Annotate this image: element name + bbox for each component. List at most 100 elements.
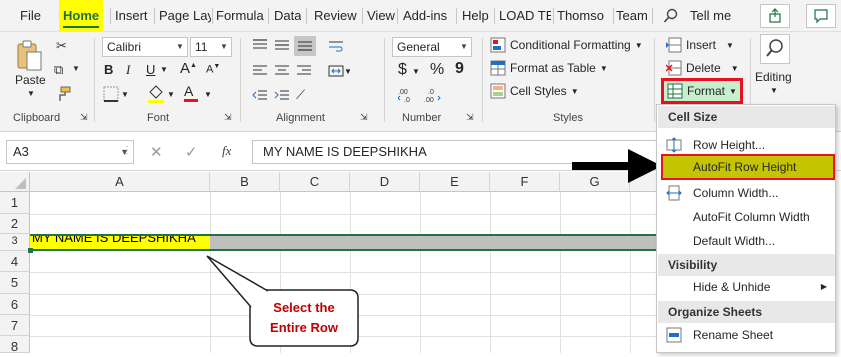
borders-chevron-icon[interactable]: ▼: [121, 90, 129, 99]
column-header-c[interactable]: C: [280, 172, 350, 192]
tab-load-te[interactable]: LOAD TE: [499, 0, 551, 32]
name-box[interactable]: A3 ▼: [6, 140, 134, 164]
tell-me-box[interactable]: Tell me: [690, 0, 731, 32]
format-as-table-button[interactable]: Format as Table ▼: [490, 60, 608, 76]
format-cells-button[interactable]: Format ▼: [661, 78, 743, 104]
default-width-item[interactable]: Default Width...: [658, 229, 835, 253]
paste-label[interactable]: Paste: [15, 73, 46, 87]
number-format-chevron-icon[interactable]: ▼: [457, 38, 471, 56]
tab-addins[interactable]: Add-ins: [403, 0, 447, 32]
autofit-column-width-item[interactable]: AutoFit Column Width: [658, 205, 835, 229]
tab-view[interactable]: View: [367, 0, 395, 32]
confirm-entry-icon[interactable]: ✓: [185, 143, 198, 161]
clipboard-launcher-icon[interactable]: ⇲: [80, 112, 88, 123]
row-header-4[interactable]: 4: [0, 251, 30, 272]
tab-team[interactable]: Team: [616, 0, 648, 32]
font-size-chevron-icon[interactable]: ▼: [217, 38, 231, 56]
font-color-icon[interactable]: A: [184, 83, 198, 102]
decrease-decimal-icon[interactable]: .0.00: [424, 86, 442, 107]
insert-cells-button[interactable]: Insert ▼: [666, 37, 734, 53]
row-header-8[interactable]: 8: [0, 336, 30, 354]
row-header-6[interactable]: 6: [0, 294, 30, 315]
decrease-indent-icon[interactable]: [252, 88, 268, 105]
row-header-7[interactable]: 7: [0, 315, 30, 336]
row-header-1[interactable]: 1: [0, 192, 30, 214]
column-header-a[interactable]: A: [30, 172, 210, 192]
borders-icon[interactable]: [103, 86, 119, 105]
tab-insert[interactable]: Insert: [115, 0, 148, 32]
insert-function-button[interactable]: fx: [222, 143, 231, 159]
column-header-f[interactable]: F: [490, 172, 560, 192]
wrap-text-icon[interactable]: [328, 40, 344, 57]
select-all-corner[interactable]: [0, 172, 30, 192]
hide-unhide-item[interactable]: Hide & Unhide ▶: [658, 275, 835, 299]
align-center-icon[interactable]: [274, 64, 290, 81]
search-icon[interactable]: [663, 8, 679, 27]
row-header-5[interactable]: 5: [0, 272, 30, 294]
tab-thomson[interactable]: Thomso: [557, 0, 612, 32]
bold-button[interactable]: B: [104, 62, 113, 77]
orientation-icon[interactable]: ⟋: [296, 87, 305, 103]
autofit-row-height-item[interactable]: AutoFit Row Height: [661, 154, 835, 180]
fill-color-chevron-icon[interactable]: ▼: [167, 90, 175, 99]
top-align-icon[interactable]: [252, 38, 268, 55]
number-launcher-icon[interactable]: ⇲: [466, 112, 474, 123]
editing-label[interactable]: Editing: [755, 70, 792, 84]
font-color-chevron-icon[interactable]: ▼: [204, 90, 212, 99]
percent-button[interactable]: %: [430, 61, 444, 79]
column-header-b[interactable]: B: [210, 172, 280, 192]
fill-color-icon[interactable]: [147, 84, 165, 107]
delete-cells-button[interactable]: Delete ▼: [666, 60, 739, 76]
cell-a3[interactable]: MY NAME IS DEEPSHIKHA: [30, 234, 210, 251]
editing-chevron-icon[interactable]: ▼: [770, 86, 778, 95]
font-size-combo[interactable]: 11 ▼: [190, 37, 232, 57]
increase-indent-icon[interactable]: [274, 88, 290, 105]
tab-data[interactable]: Data: [274, 0, 301, 32]
underline-button[interactable]: U: [146, 62, 155, 77]
copy-chevron-icon[interactable]: ▼: [72, 64, 80, 73]
row-header-3[interactable]: 3: [0, 234, 30, 251]
align-right-icon[interactable]: [296, 64, 312, 81]
find-select-icon[interactable]: [760, 34, 790, 64]
column-header-e[interactable]: E: [420, 172, 490, 192]
comments-button[interactable]: [806, 4, 836, 28]
comma-button[interactable]: 9: [455, 60, 464, 78]
paste-chevron-icon[interactable]: ▼: [27, 89, 35, 98]
format-painter-icon[interactable]: [55, 86, 71, 105]
bottom-align-icon[interactable]: [294, 36, 316, 56]
cell-styles-button[interactable]: Cell Styles ▼: [490, 83, 579, 99]
italic-button[interactable]: I: [126, 62, 130, 78]
font-name-combo[interactable]: Calibri ▼: [102, 37, 188, 57]
row-header-2[interactable]: 2: [0, 214, 30, 234]
grow-font-button[interactable]: A▲: [180, 60, 197, 77]
tab-page-layout[interactable]: Page Lay: [159, 0, 211, 32]
column-width-item[interactable]: Column Width...: [658, 181, 835, 205]
currency-chevron-icon[interactable]: ▼: [412, 67, 420, 76]
font-name-chevron-icon[interactable]: ▼: [173, 38, 187, 56]
tab-formulas[interactable]: Formula: [216, 0, 264, 32]
merge-center-icon[interactable]: [328, 64, 344, 81]
shrink-font-button[interactable]: A▼: [206, 63, 220, 76]
share-button[interactable]: [760, 4, 790, 28]
alignment-launcher-icon[interactable]: ⇲: [360, 112, 368, 123]
increase-decimal-icon[interactable]: .00.0: [397, 86, 416, 107]
tab-file[interactable]: File: [20, 0, 41, 32]
rename-sheet-item[interactable]: Rename Sheet: [658, 323, 835, 347]
tab-home[interactable]: Home: [59, 0, 104, 32]
underline-chevron-icon[interactable]: ▼: [160, 65, 168, 74]
currency-button[interactable]: $: [398, 61, 407, 79]
font-launcher-icon[interactable]: ⇲: [224, 112, 232, 123]
number-format-combo[interactable]: General ▼: [392, 37, 472, 57]
fill-handle[interactable]: [28, 248, 33, 253]
copy-icon[interactable]: ⧉: [54, 62, 63, 78]
merge-chevron-icon[interactable]: ▼: [344, 67, 352, 76]
column-header-d[interactable]: D: [350, 172, 420, 192]
cut-icon[interactable]: ✂: [56, 38, 67, 54]
align-left-icon[interactable]: [252, 64, 268, 81]
middle-align-icon[interactable]: [274, 38, 290, 55]
paste-icon[interactable]: [14, 40, 44, 77]
tab-review[interactable]: Review: [314, 0, 357, 32]
conditional-formatting-button[interactable]: Conditional Formatting ▼: [490, 37, 643, 53]
cancel-entry-icon[interactable]: ✕: [150, 143, 163, 161]
tab-help[interactable]: Help: [462, 0, 489, 32]
